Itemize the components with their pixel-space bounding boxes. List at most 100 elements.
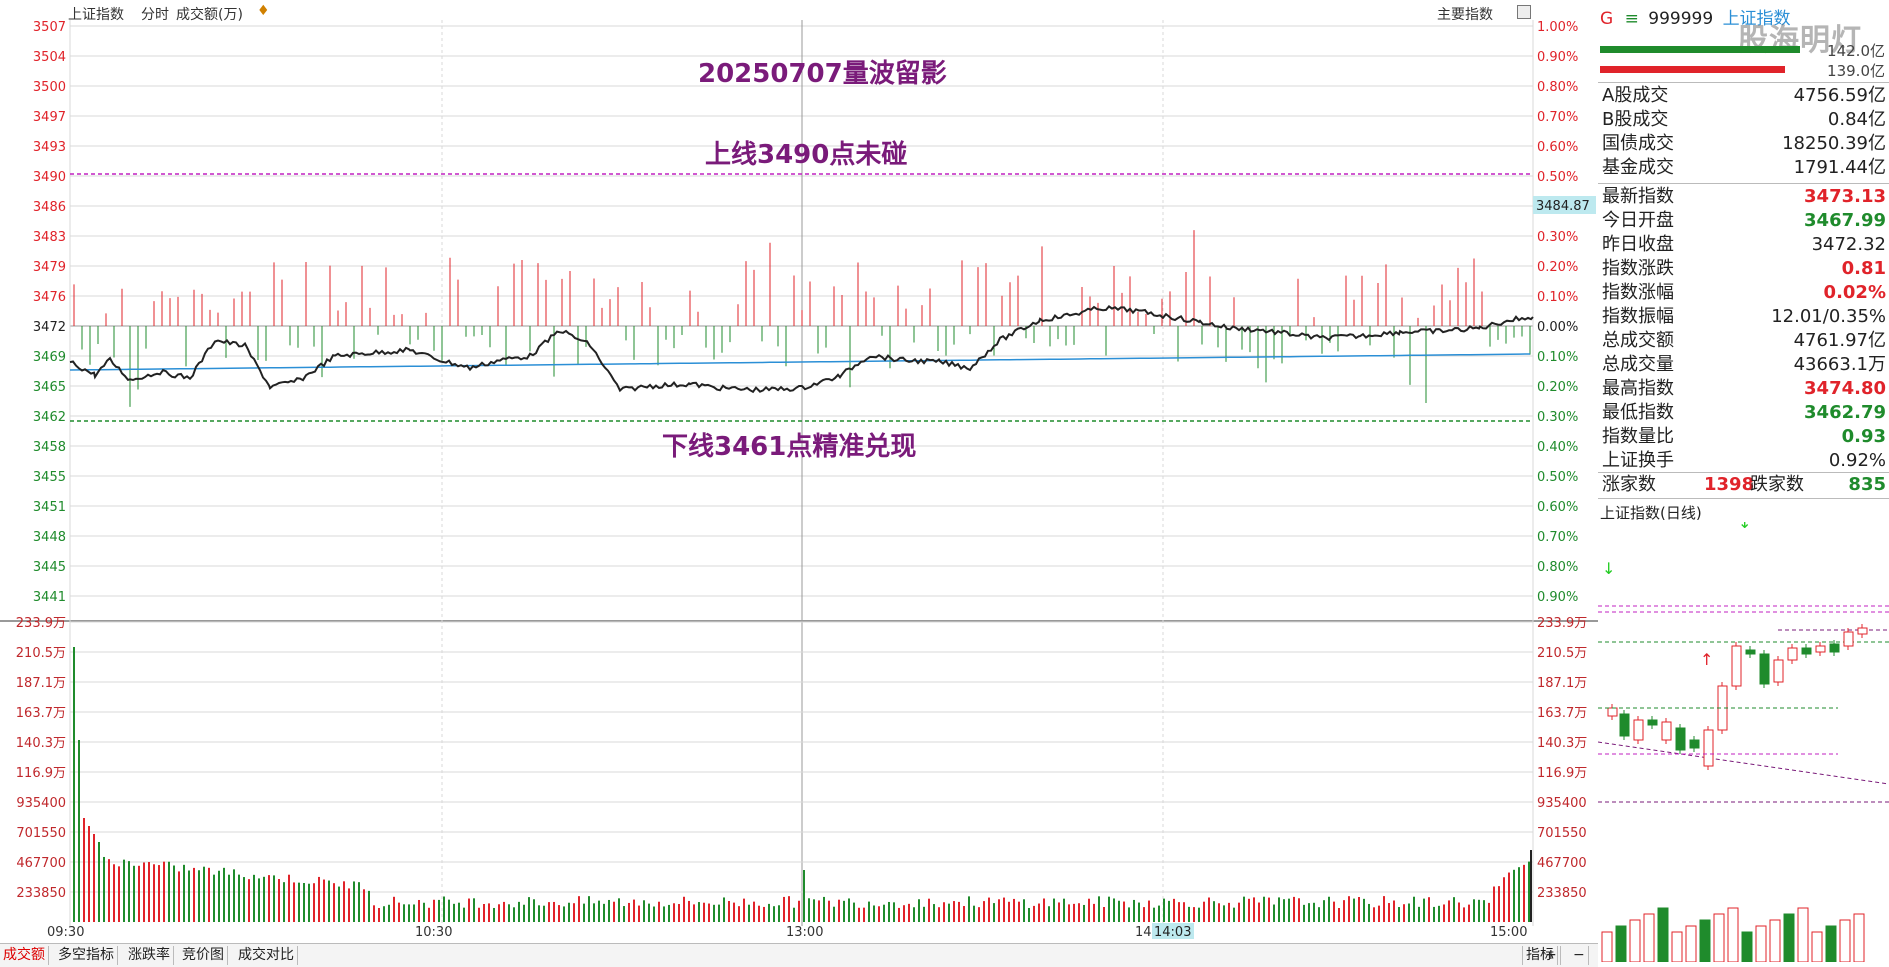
candle-body — [1829, 643, 1840, 653]
candle-body — [1633, 719, 1644, 741]
pct-axis-label: 0.60% — [1537, 500, 1578, 515]
mini-volume-bar — [1811, 931, 1823, 962]
stat-value: 18250.39亿 — [1782, 133, 1886, 154]
volume-axis-label: 233850 — [16, 886, 66, 901]
tab-turnover[interactable]: 成交额 — [0, 946, 49, 965]
mini-volume-bar — [1699, 919, 1711, 962]
header-mode[interactable]: 分时 — [141, 4, 169, 24]
volume-axis-label-right: 467700 — [1537, 856, 1587, 871]
stat-value: 3474.80 — [1804, 378, 1886, 399]
pct-axis-label: 0.80% — [1537, 560, 1578, 575]
stat-value: 0.92% — [1828, 450, 1886, 471]
candle-body — [1619, 713, 1630, 737]
stat-label: 上证换手 — [1602, 450, 1674, 471]
volume-axis-label-right: 233.9万 — [1537, 616, 1587, 631]
price-axis-label: 3462 — [33, 410, 66, 425]
stat-label: 指数涨跌 — [1602, 258, 1674, 279]
price-axis-label: 3445 — [33, 560, 66, 575]
stat-label: 指数涨幅 — [1602, 282, 1674, 303]
stat-label: 指数振幅 — [1602, 306, 1674, 327]
pct-axis-label: 0.10% — [1537, 350, 1578, 365]
daily-kline-mini-chart[interactable]: ↓ ↓ ↑ — [1598, 522, 1889, 962]
stat-value: 0.02% — [1823, 282, 1886, 303]
mini-volume-bar — [1629, 919, 1641, 962]
menu-icon[interactable]: ≡ — [1625, 9, 1639, 29]
stat-value: 3462.79 — [1804, 402, 1886, 423]
breadth-row: 涨家数 1398 跌家数 835 — [1600, 473, 1886, 497]
stat-row: 指数涨幅 0.02% — [1600, 281, 1886, 305]
header-indicator[interactable]: 成交额(万) — [176, 4, 243, 24]
bar-value-2: 139.0亿 — [1827, 62, 1885, 80]
down-arrow-icon: ↓ — [1738, 522, 1751, 532]
stock-code: 999999 — [1648, 9, 1714, 29]
tab-auction[interactable]: 竞价图 — [179, 946, 228, 965]
quote-panel: G ≡ 999999 上证指数 股海明灯 142.0亿 139.0亿 A股成交 4… — [1598, 0, 1889, 966]
zoom-in-button[interactable]: + — [1542, 946, 1561, 965]
mini-volume-bar — [1741, 931, 1753, 962]
volume-axis-label: 467700 — [16, 856, 66, 871]
panel-toggle-icon[interactable] — [1517, 5, 1531, 19]
mini-volume-bar — [1853, 913, 1865, 962]
stat-label: 基金成交 — [1602, 157, 1674, 178]
stat-label: 总成交量 — [1602, 354, 1674, 375]
stat-value: 3472.32 — [1811, 234, 1886, 255]
pct-axis-label: 0.00% — [1537, 320, 1578, 335]
down-arrow-icon: ↓ — [1602, 559, 1615, 578]
main-indicator-button[interactable]: 主要指数 — [1437, 4, 1493, 24]
candle-body — [1647, 719, 1658, 726]
mini-volume-bar — [1713, 913, 1725, 962]
pct-axis-label: 1.00% — [1537, 20, 1578, 35]
stat-row: 指数涨跌 0.81 — [1600, 257, 1886, 281]
annotation-title: 20250707量波留影 — [698, 59, 947, 89]
stat-value: 1791.44亿 — [1793, 157, 1886, 178]
tab-advance-decline[interactable]: 涨跌率 — [125, 946, 174, 965]
stat-label: A股成交 — [1602, 85, 1669, 106]
volume-axis-label: 163.7万 — [16, 706, 66, 721]
mini-trend-line — [1598, 741, 1889, 785]
mini-volume-bar — [1685, 925, 1697, 962]
mini-volume-bar — [1839, 919, 1851, 962]
candle-body — [1857, 627, 1868, 635]
tab-volume-compare[interactable]: 成交对比 — [235, 946, 298, 965]
annotation-upper-line: 上线3490点未碰 — [705, 140, 908, 170]
volume-axis-label: 701550 — [16, 826, 66, 841]
stat-row: 昨日收盘 3472.32 — [1600, 233, 1886, 257]
pct-axis-label: 0.30% — [1537, 410, 1578, 425]
header-index-name[interactable]: 上证指数 — [68, 4, 124, 24]
stat-value: 4756.59亿 — [1793, 85, 1886, 106]
code-prefix: G — [1600, 9, 1614, 29]
stat-value: 0.81 — [1841, 258, 1886, 279]
pct-axis-label: 0.50% — [1537, 470, 1578, 485]
pct-axis-label: 0.90% — [1537, 50, 1578, 65]
intraday-chart-area[interactable]: 3507 1.00% 3504 0.90% 3500 0.80% 3497 0.70% 3493… — [0, 0, 1599, 967]
candle-body — [1689, 739, 1700, 749]
stat-label: 最新指数 — [1602, 186, 1674, 207]
price-axis-label: 3476 — [33, 290, 66, 305]
buy-bar — [1600, 46, 1800, 53]
bell-icon[interactable]: ♦ — [257, 3, 270, 19]
pct-axis-label: 0.70% — [1537, 530, 1578, 545]
stat-value: 3467.99 — [1804, 210, 1886, 231]
price-axis-label: 3504 — [33, 50, 66, 65]
candle-body — [1843, 631, 1854, 647]
mini-volume-bar — [1671, 931, 1683, 962]
tab-long-short[interactable]: 多空指标 — [55, 946, 118, 965]
price-axis-label: 3497 — [33, 110, 66, 125]
stat-value: 43663.1万 — [1793, 354, 1886, 375]
stat-label: 总成交额 — [1602, 330, 1674, 351]
mini-volume-bar — [1783, 913, 1795, 962]
price-axis-label: 3441 — [33, 590, 66, 605]
stat-row: 总成交额 4761.97亿 — [1600, 329, 1886, 353]
time-axis-label: 09:30 — [47, 925, 84, 940]
stat-value: 0.84亿 — [1827, 109, 1886, 130]
stat-row: A股成交 4756.59亿 — [1600, 84, 1886, 108]
stat-value: 12.01/0.35% — [1771, 306, 1886, 327]
pct-axis-label: 0.90% — [1537, 590, 1578, 605]
volume-axis-label-right: 233850 — [1537, 886, 1587, 901]
candle-body — [1801, 647, 1812, 655]
mini-volume-bar — [1601, 931, 1613, 962]
candle-body — [1703, 729, 1714, 767]
candle-body — [1731, 645, 1742, 687]
stat-row: B股成交 0.84亿 — [1600, 108, 1886, 132]
zoom-out-button[interactable]: − — [1570, 946, 1589, 965]
